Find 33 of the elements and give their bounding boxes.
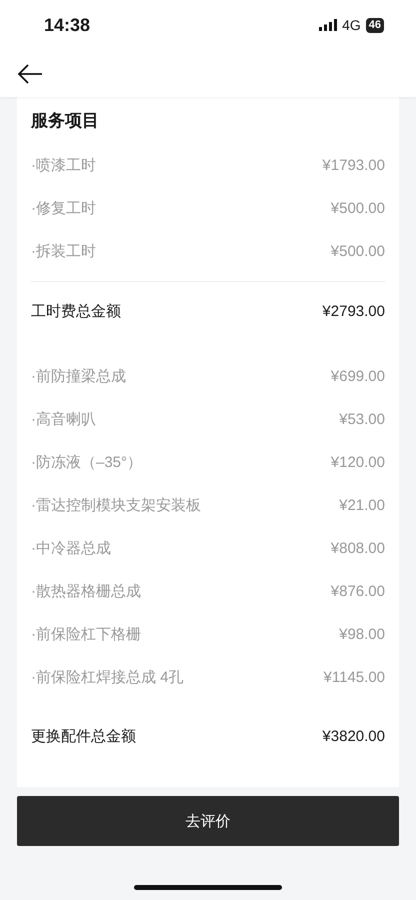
item-price: ¥876.00 xyxy=(330,583,385,600)
item-price: ¥21.00 xyxy=(339,497,385,514)
item-price: ¥1145.00 xyxy=(324,669,385,686)
back-icon[interactable] xyxy=(17,64,43,84)
item-name: ·前保险杠焊接总成 4孔 xyxy=(31,668,184,687)
item-name: ·前防撞梁总成 xyxy=(31,367,126,386)
item-price: ¥699.00 xyxy=(330,368,385,385)
review-button[interactable]: 去评价 xyxy=(17,796,399,846)
item-name: ·高音喇叭 xyxy=(31,410,96,429)
network-label: 4G xyxy=(342,17,361,33)
item-name: ·前保险杠下格栅 xyxy=(31,625,141,644)
total-amount: ¥2793.00 xyxy=(322,302,385,320)
signal-icon xyxy=(319,19,338,31)
item-name: ·散热器格栅总成 xyxy=(31,582,141,601)
item-price: ¥500.00 xyxy=(330,200,385,217)
item-name: ·防冻液（–35°） xyxy=(31,453,142,472)
total-label: 更换配件总金额 xyxy=(31,726,136,746)
item-price: ¥53.00 xyxy=(339,411,385,428)
item-name: ·喷漆工时 xyxy=(31,156,96,175)
item-price: ¥120.00 xyxy=(330,454,385,471)
item-name: ·修复工时 xyxy=(31,199,96,218)
item-price: ¥808.00 xyxy=(330,540,385,557)
total-label: 工时费总金额 xyxy=(31,302,121,320)
item-price: ¥1793.00 xyxy=(322,157,385,174)
section-title: 服务项目 xyxy=(31,110,100,132)
item-name: ·拆装工时 xyxy=(31,242,96,261)
battery-icon: 46 xyxy=(366,18,384,32)
item-price: ¥98.00 xyxy=(339,626,385,643)
total-amount: ¥3820.00 xyxy=(322,728,385,744)
status-time: 14:38 xyxy=(44,14,90,36)
item-name: ·雷达控制模块支架安装板 xyxy=(31,496,201,515)
item-price: ¥500.00 xyxy=(330,243,385,260)
item-name: ·中冷器总成 xyxy=(31,539,111,558)
